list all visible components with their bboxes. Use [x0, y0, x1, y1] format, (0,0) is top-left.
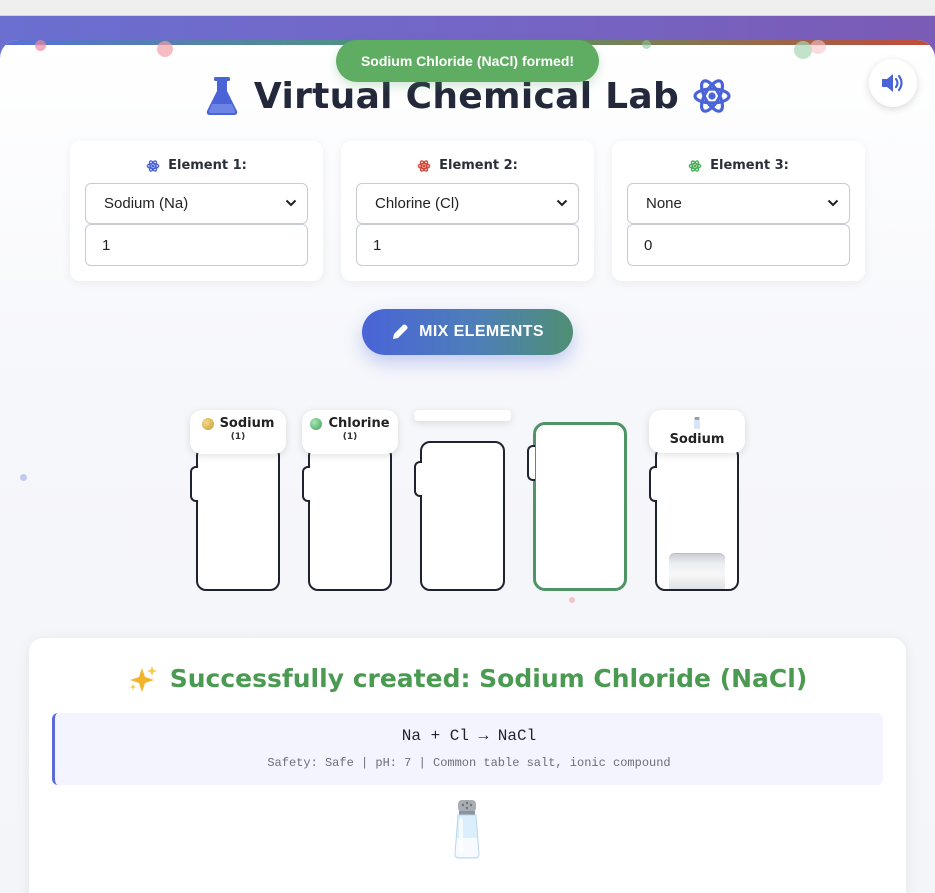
salt-shaker-icon [454, 800, 480, 859]
result-title: Successfully created: Sodium Chloride (N… [29, 664, 906, 693]
beaker-lip [649, 466, 657, 502]
result-beaker-label: Sodium [649, 410, 745, 453]
select-value: Sodium (Na) [104, 195, 189, 212]
element-1-quantity-input[interactable]: 1 [85, 224, 308, 266]
beaker-3-label [414, 410, 511, 421]
bubble [810, 40, 826, 54]
bubble [20, 474, 27, 481]
beaker-element-name: Sodium [669, 432, 725, 447]
element-label-text: Element 3: [710, 158, 789, 173]
reaction-equation: Na + Cl → NaCl [401, 727, 537, 745]
sodium-dot [201, 417, 214, 430]
chevron-down-icon [827, 199, 839, 207]
beaker-element-name: Sodium [219, 416, 275, 431]
element-1-select[interactable]: Sodium (Na) [85, 183, 308, 224]
atom-icon [688, 159, 702, 172]
chlorine-dot [310, 417, 323, 430]
element-card-1: Element 1: Sodium (Na) 1 [70, 141, 323, 281]
beaker-2-label: Chlorine (1) [302, 410, 398, 454]
beaker-lip [190, 466, 198, 502]
beaker-quantity: (1) [230, 432, 246, 442]
element-2-select[interactable]: Chlorine (Cl) [356, 183, 579, 224]
bubble [642, 40, 651, 49]
chevron-down-icon [285, 199, 297, 207]
mix-button-label: MIX ELEMENTS [419, 323, 544, 340]
element-label: Element 3: [612, 158, 865, 173]
atom-icon [417, 159, 431, 172]
bubble [35, 40, 46, 51]
salt-shaker-icon [694, 417, 700, 429]
element-card-3: Element 3: None 0 [612, 141, 865, 281]
bubble [569, 597, 575, 603]
mix-elements-button[interactable]: MIX ELEMENTS [362, 309, 573, 355]
element-3-quantity-input[interactable]: 0 [627, 224, 850, 266]
element-label: Element 1: [70, 158, 323, 173]
beaker-1[interactable] [190, 446, 280, 591]
pencil-icon [393, 324, 408, 339]
element-3-select[interactable]: None [627, 183, 850, 224]
select-value: Chlorine (Cl) [375, 195, 460, 212]
safety-info: Safety: Safe | pH: 7 | Common table salt… [267, 756, 671, 770]
result-title-text: Successfully created: Sodium Chloride (N… [169, 664, 808, 693]
success-toast: Sodium Chloride (NaCl) formed! [336, 40, 599, 82]
chevron-down-icon [556, 199, 568, 207]
bubble [157, 41, 173, 57]
beaker-lip [302, 466, 310, 502]
atom-icon [693, 79, 731, 113]
beaker-quantity: (1) [342, 432, 358, 442]
select-value: None [646, 195, 682, 212]
element-label-text: Element 2: [439, 158, 518, 173]
beaker-2[interactable] [302, 446, 392, 591]
element-label: Element 2: [341, 158, 594, 173]
sparkles-icon [129, 665, 157, 692]
bubble [794, 41, 812, 59]
beaker-lip [527, 445, 535, 481]
element-label-text: Element 1: [168, 158, 247, 173]
beaker-3[interactable] [414, 441, 505, 591]
equation-box: Na + Cl → NaCl Safety: Safe | pH: 7 | Co… [52, 713, 883, 785]
result-beaker[interactable] [649, 446, 739, 591]
salt-crystals [669, 553, 725, 589]
browser-top-strip [0, 0, 935, 16]
result-panel: Successfully created: Sodium Chloride (N… [29, 638, 906, 893]
atom-icon [146, 159, 160, 172]
flask-icon [206, 77, 238, 115]
beaker-element-name: Chlorine [328, 416, 390, 431]
element-2-quantity-input[interactable]: 1 [356, 224, 579, 266]
beaker-1-label: Sodium (1) [190, 410, 286, 454]
element-card-2: Element 2: Chlorine (Cl) 1 [341, 141, 594, 281]
beaker-lip [414, 461, 422, 497]
mixing-beaker[interactable] [527, 422, 627, 591]
